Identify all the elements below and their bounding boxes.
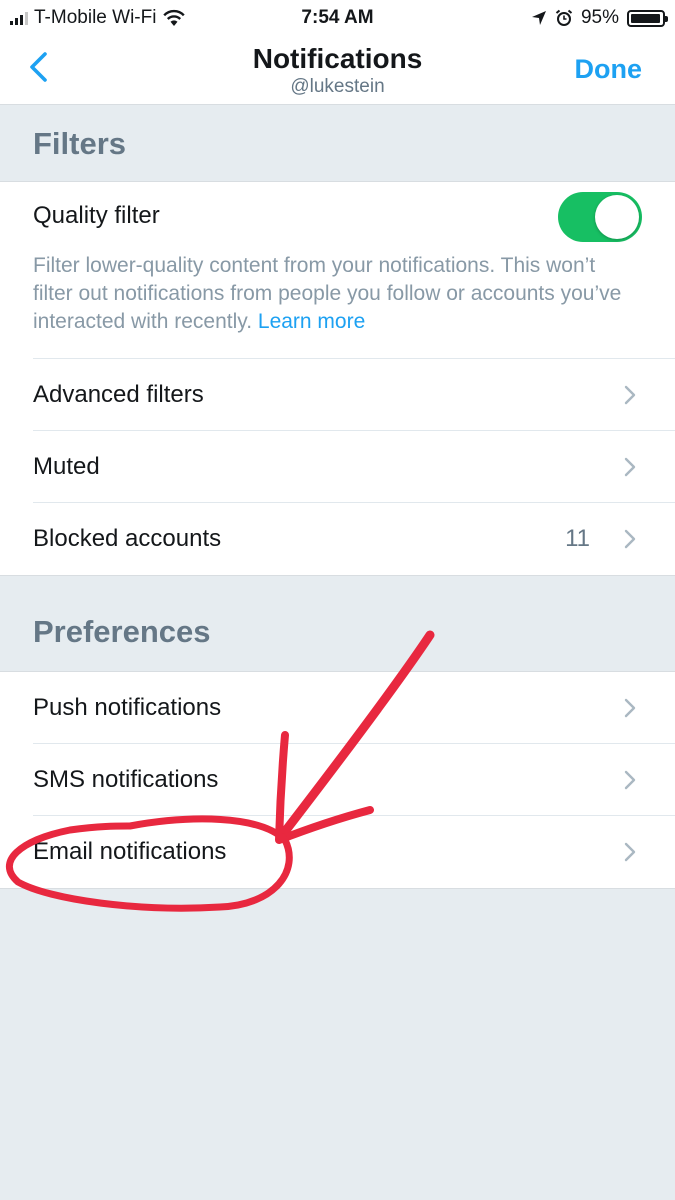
- status-bar: T-Mobile Wi-Fi 7:54 AM 95%: [0, 0, 675, 34]
- chevron-right-icon: [624, 770, 636, 790]
- navigation-bar: Notifications @lukestein Done: [0, 34, 675, 105]
- learn-more-link[interactable]: Learn more: [258, 310, 365, 333]
- battery-fill: [631, 13, 660, 23]
- chevron-right-icon: [624, 457, 636, 477]
- location-arrow-icon: [531, 11, 546, 25]
- sms-notifications-label: SMS notifications: [33, 766, 219, 793]
- email-notifications-row[interactable]: Email notifications: [0, 816, 675, 888]
- done-button[interactable]: Done: [575, 54, 643, 85]
- quality-filter-description: Filter lower-quality content from your n…: [33, 252, 625, 336]
- chevron-right-icon: [624, 842, 636, 862]
- email-notifications-label: Email notifications: [33, 838, 227, 865]
- filters-group: Quality filter Filter lower-quality cont…: [0, 182, 675, 576]
- blocked-accounts-count: 11: [565, 525, 590, 552]
- sms-notifications-row[interactable]: SMS notifications: [0, 744, 675, 816]
- battery-percent: 95%: [580, 7, 619, 28]
- preferences-section-header: Preferences: [0, 576, 675, 672]
- toggle-knob: [595, 195, 639, 239]
- chevron-right-icon: [624, 385, 636, 405]
- battery-icon: [627, 9, 668, 27]
- muted-label: Muted: [33, 453, 100, 480]
- muted-row[interactable]: Muted: [0, 431, 675, 503]
- chevron-right-icon: [624, 529, 636, 549]
- filters-header-label: Filters: [33, 126, 127, 161]
- advanced-filters-row[interactable]: Advanced filters: [0, 359, 675, 431]
- blocked-accounts-label: Blocked accounts: [33, 525, 222, 552]
- quality-filter-toggle[interactable]: [558, 192, 642, 242]
- quality-filter-label: Quality filter: [33, 202, 160, 229]
- status-right: 95%: [531, 7, 668, 29]
- alarm-icon: [555, 9, 573, 26]
- filters-section-header: Filters: [0, 105, 675, 182]
- push-notifications-label: Push notifications: [33, 694, 222, 721]
- preferences-header-label: Preferences: [33, 614, 211, 649]
- chevron-right-icon: [624, 698, 636, 718]
- advanced-filters-label: Advanced filters: [33, 381, 204, 408]
- preferences-group: Push notifications SMS notifications Ema…: [0, 672, 675, 889]
- blocked-accounts-row[interactable]: Blocked accounts 11: [0, 503, 675, 575]
- push-notifications-row[interactable]: Push notifications: [0, 672, 675, 744]
